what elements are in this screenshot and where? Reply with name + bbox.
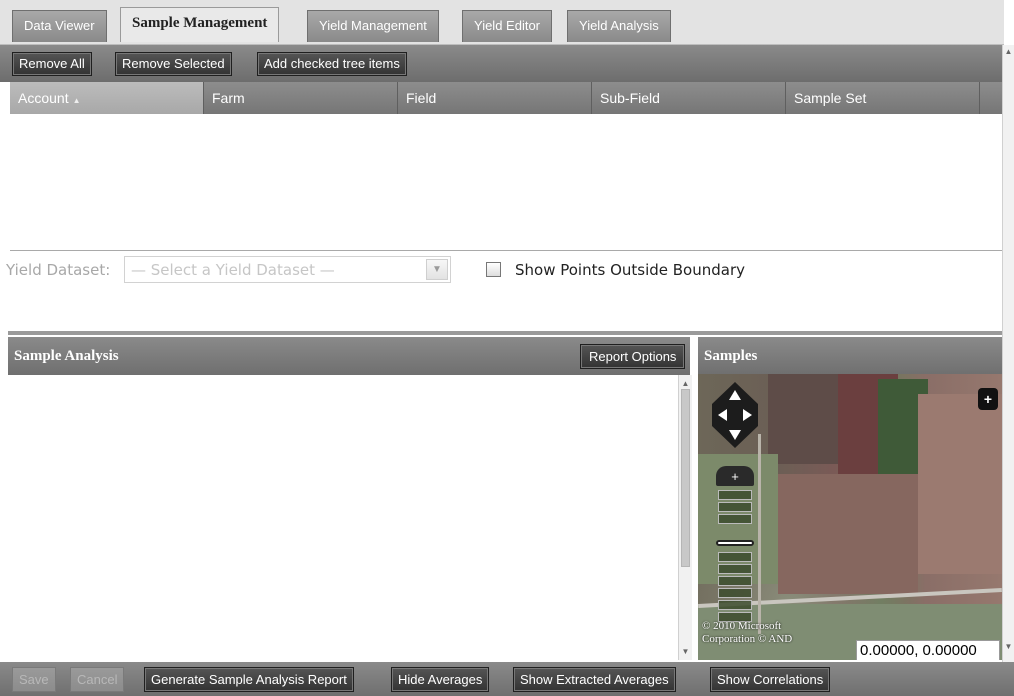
copyright-line: © 2010 Microsoft [702,620,782,632]
show-points-outside-boundary-label[interactable]: Show Points Outside Boundary [515,261,745,279]
map-road [758,434,761,634]
column-header-farm[interactable]: Farm [204,82,398,114]
show-correlations-button[interactable]: Show Correlations [710,667,831,692]
generate-sample-analysis-report-button[interactable]: Generate Sample Analysis Report [144,667,354,692]
sample-analysis-title: Sample Analysis [14,348,119,364]
sample-analysis-scroll-thumb[interactable] [681,389,690,567]
map-field [778,474,918,594]
show-points-outside-boundary-checkbox[interactable] [486,262,501,277]
column-header-account[interactable]: Account ▲ [10,82,204,114]
sample-analysis-header: Sample Analysis Report Options [8,337,690,375]
remove-selected-button[interactable]: Remove Selected [115,52,232,76]
plus-icon[interactable]: + [978,388,998,410]
tab-yield-analysis[interactable]: Yield Analysis [567,10,671,42]
cancel-button[interactable]: Cancel [70,667,125,692]
remove-all-button[interactable]: Remove All [12,52,92,76]
map-copyright: © 2010 Microsoft Corporation © AND [702,620,792,646]
show-extracted-averages-button[interactable]: Show Extracted Averages [513,667,676,692]
map-field [918,394,1002,574]
tab-bar: Data Viewer Sample Management Yield Mana… [0,0,1004,45]
sample-grid-body[interactable] [10,114,1002,251]
scroll-up-icon[interactable]: ▲ [679,379,692,388]
zoom-step[interactable] [718,588,752,598]
zoom-step[interactable] [718,576,752,586]
scroll-down-icon[interactable]: ▼ [1003,642,1014,651]
pan-icon[interactable] [712,382,758,448]
column-header-field[interactable]: Field [398,82,592,114]
zoom-step[interactable] [718,564,752,574]
copyright-line: Corporation © AND [702,633,793,645]
grid-toolbar: Remove All Remove Selected Add checked t… [0,45,1004,82]
dropdown-arrow-icon[interactable]: ▼ [426,259,448,280]
scroll-up-icon[interactable]: ▲ [1003,47,1014,56]
zoom-step[interactable] [718,514,752,524]
coordinates-readout: 0.00000, 0.00000 [856,640,1000,660]
hide-averages-button[interactable]: Hide Averages [391,667,490,692]
zoom-step[interactable] [718,552,752,562]
sample-grid-header: Account ▲ Farm Field Sub-Field Sample Set [10,82,1002,114]
tab-yield-management[interactable]: Yield Management [307,10,439,42]
report-options-button[interactable]: Report Options [580,344,686,369]
tab-sample-management[interactable]: Sample Management [120,7,280,42]
panel-splitter[interactable] [8,331,1002,335]
samples-map[interactable]: + + © 2010 Microsoft Corporation © AND 0… [698,374,1002,660]
samples-title: Samples [704,348,758,364]
zoom-step[interactable] [718,600,752,610]
save-button[interactable]: Save [12,667,56,692]
zoom-in-icon[interactable]: + [716,466,754,486]
sort-ascending-icon: ▲ [72,96,81,105]
zoom-step[interactable] [718,490,752,500]
column-header-sample-set[interactable]: Sample Set [786,82,980,114]
yield-dataset-label: Yield Dataset: [6,261,111,279]
column-label: Account [18,90,69,106]
bottom-toolbar: Save Cancel Generate Sample Analysis Rep… [0,662,1014,696]
sample-analysis-body[interactable] [8,375,678,656]
tab-yield-editor[interactable]: Yield Editor [462,10,552,42]
page-scrollbar[interactable]: ▲ ▼ [1002,45,1014,662]
add-checked-tree-items-button[interactable]: Add checked tree items [257,52,407,76]
zoom-step[interactable] [718,502,752,512]
column-header-sub-field[interactable]: Sub-Field [592,82,786,114]
tab-data-viewer[interactable]: Data Viewer [12,10,107,42]
yield-dataset-placeholder: — Select a Yield Dataset — [131,261,335,279]
zoom-handle[interactable] [716,540,754,546]
sample-analysis-scrollbar[interactable]: ▲ ▼ [678,375,692,660]
samples-header: Samples [698,337,1002,375]
yield-dataset-select[interactable]: — Select a Yield Dataset — ▼ [124,256,451,283]
map-field [768,374,838,464]
scroll-down-icon[interactable]: ▼ [679,647,692,656]
zoom-slider[interactable]: + [716,466,754,636]
